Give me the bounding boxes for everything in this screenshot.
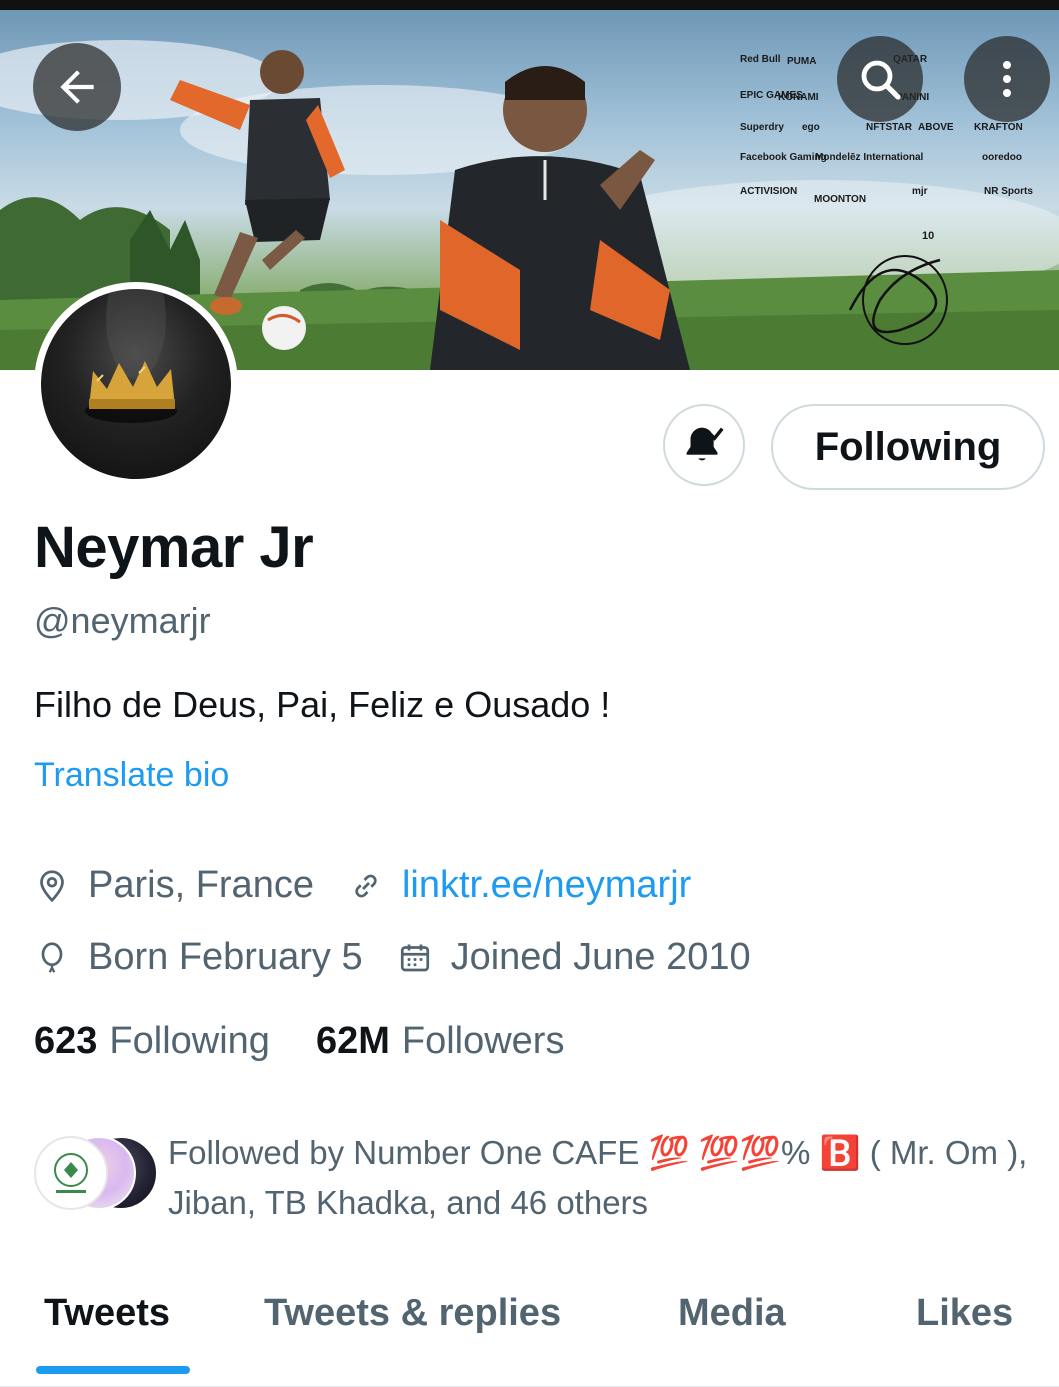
sponsor-logo: mjr: [912, 186, 928, 197]
user-handle: @neymarjr: [34, 600, 211, 641]
sponsor-logo: ACTIVISION: [740, 186, 798, 197]
avatar-image: [41, 289, 231, 479]
more-vertical-icon: [1003, 61, 1011, 97]
sponsor-logo: KONAMI: [778, 92, 819, 103]
following-button[interactable]: Following: [771, 404, 1045, 490]
tab-media[interactable]: Media: [678, 1292, 786, 1335]
website-link[interactable]: linktr.ee/neymarjr: [402, 864, 691, 907]
joined-text: Joined June 2010: [450, 936, 751, 978]
sponsor-logo: Mondelēz International: [815, 152, 924, 163]
profile-meta-row: Paris, France linktr.ee/neymarjr: [34, 864, 691, 907]
more-button[interactable]: [964, 36, 1050, 122]
sponsor-logo: MOONTON: [814, 194, 867, 205]
bio-text: Filho de Deus, Pai, Feliz e Ousado !: [34, 684, 611, 725]
location-text: Paris, France: [88, 864, 314, 906]
calendar-icon: [397, 940, 433, 976]
follow-stats: 623 Following 62M Followers: [34, 1020, 564, 1063]
following-stat[interactable]: 623 Following: [34, 1020, 270, 1063]
sponsor-logo: ego: [802, 122, 820, 133]
followers-label: Followers: [401, 1020, 565, 1062]
profile-meta-row: Born February 5 Joined June 2010: [34, 936, 751, 979]
follower-avatar: [34, 1136, 108, 1210]
sponsor-logo: Red Bull: [740, 54, 781, 65]
display-name: Neymar Jr: [34, 515, 314, 580]
following-label: Following: [109, 1020, 270, 1062]
search-button[interactable]: [837, 36, 923, 122]
balloon-icon: [34, 940, 70, 976]
arrow-left-icon: [60, 70, 94, 104]
followed-by-text[interactable]: Followed by Number One CAFE 💯 💯💯% 🅱️ ( M…: [168, 1128, 1028, 1228]
avatar[interactable]: [34, 282, 238, 486]
sponsor-logo: ABOVE: [918, 122, 954, 133]
link-icon: [348, 868, 384, 904]
notifications-button[interactable]: [663, 404, 745, 486]
crown-avatar: [85, 289, 177, 423]
followers-count: 62M: [315, 1020, 390, 1062]
translate-bio-link[interactable]: Translate bio: [34, 756, 229, 795]
sponsor-logo: Superdry: [740, 122, 784, 133]
sponsor-logo: ooredoo: [982, 152, 1022, 163]
back-button[interactable]: [33, 43, 121, 131]
followers-stat[interactable]: 62M Followers: [316, 1020, 565, 1063]
tab-tweets[interactable]: Tweets: [44, 1292, 170, 1335]
following-count: 623: [34, 1020, 98, 1062]
sponsor-logo: NR Sports: [984, 186, 1033, 197]
sponsor-logo: NFTSTAR: [866, 122, 912, 133]
tab-likes[interactable]: Likes: [916, 1292, 1013, 1335]
banner-number: 10: [922, 230, 935, 242]
sponsor-logo: PUMA: [787, 56, 817, 67]
sponsor-logo: KRAFTON: [974, 122, 1023, 133]
status-strip: [0, 0, 1059, 10]
tab-tweets-replies[interactable]: Tweets & replies: [264, 1292, 561, 1335]
location-pin-icon: [34, 868, 70, 904]
birthday-text: Born February 5: [88, 936, 363, 978]
sponsor-logo: Facebook Gaming: [740, 152, 827, 163]
bell-check-icon: [686, 427, 724, 461]
emblem-icon: [54, 1153, 88, 1193]
active-tab-indicator: [36, 1366, 190, 1374]
search-icon: [861, 60, 901, 100]
